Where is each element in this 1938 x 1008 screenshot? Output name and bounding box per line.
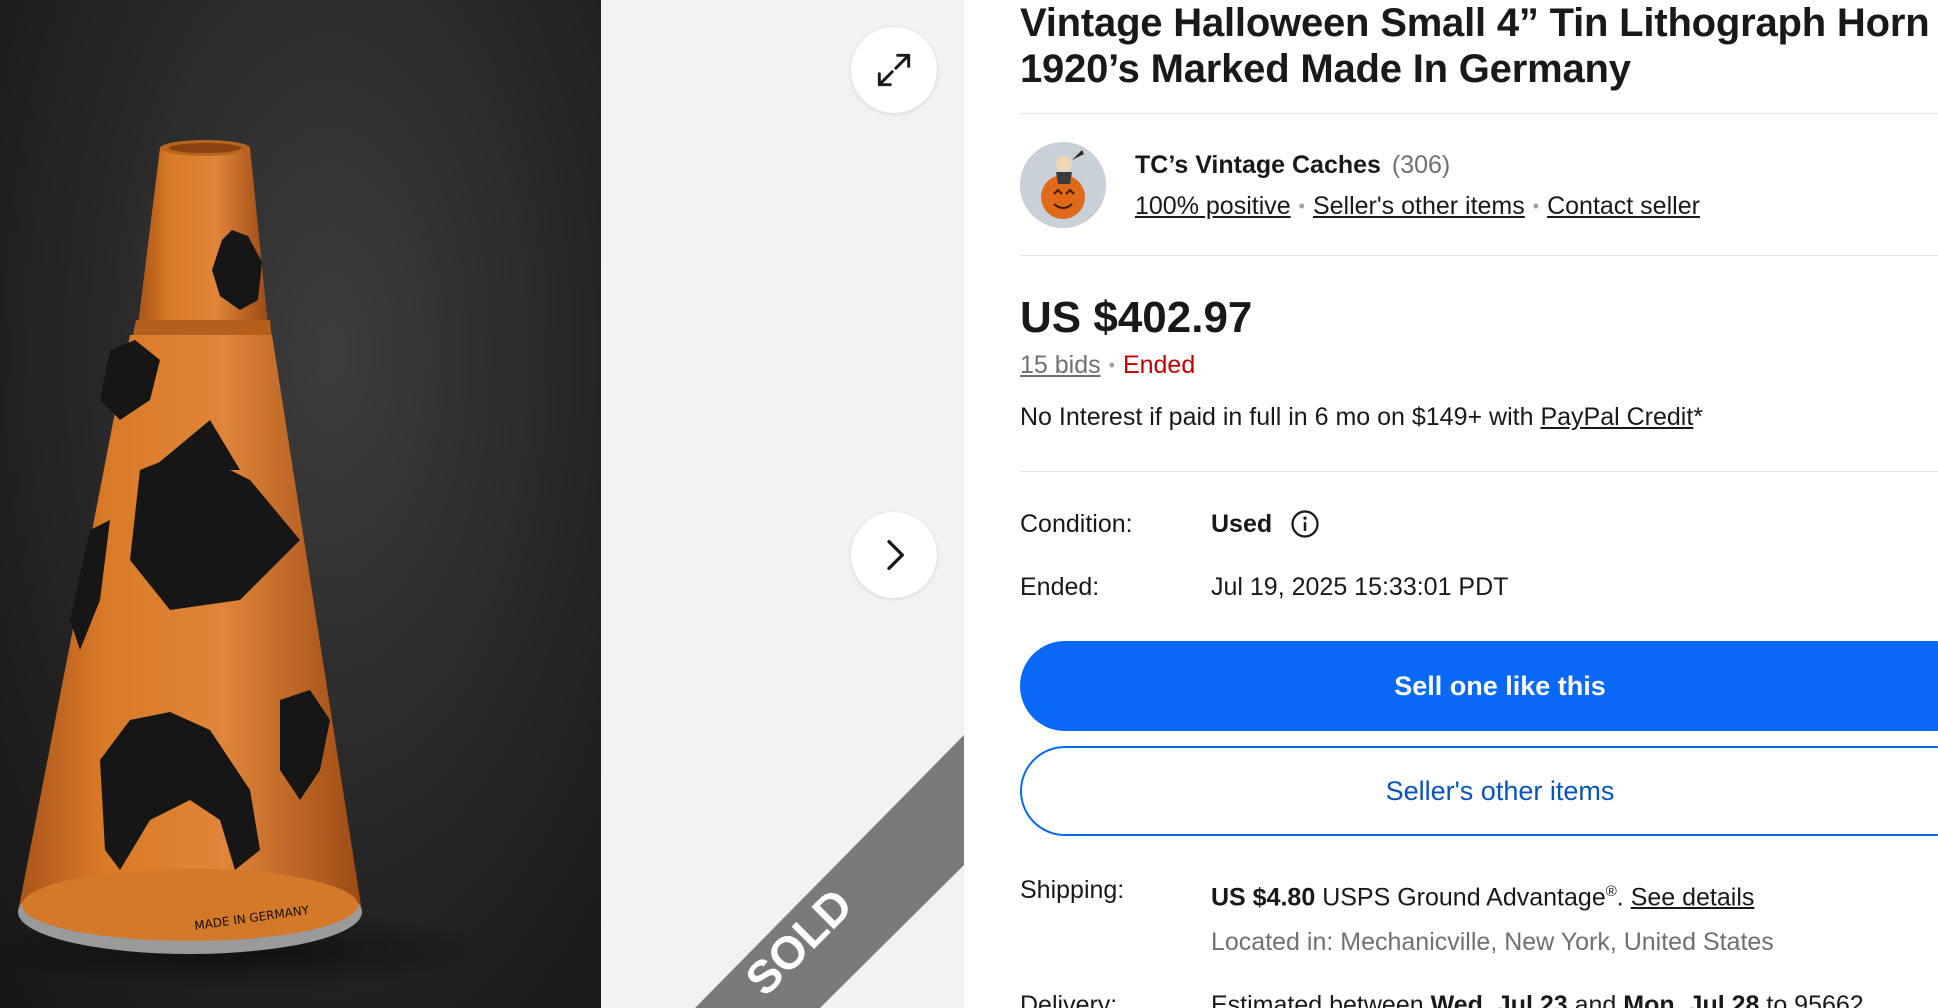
condition-value: Used <box>1211 507 1320 541</box>
sell-one-like-this-button[interactable]: Sell one like this <box>1020 641 1938 731</box>
ended-label: Ended: <box>1020 573 1100 601</box>
separator-dot: • <box>1298 195 1305 216</box>
seller-feedback-count[interactable]: (306) <box>1392 151 1450 179</box>
shipping-value: US $4.80 USPS Ground Advantage®. See det… <box>1211 875 1754 914</box>
delivery-value: Estimated between Wed, Jul 23 and Mon, J… <box>1211 988 1864 1008</box>
see-details-link[interactable]: See details <box>1631 883 1755 911</box>
financing-text: No Interest if paid in full in 6 mo on $… <box>1020 403 1541 431</box>
expand-icon <box>877 53 911 87</box>
seller-name[interactable]: TC’s Vintage Caches <box>1135 151 1381 179</box>
financing-offer: No Interest if paid in full in 6 mo on $… <box>1020 400 1703 434</box>
divider <box>1020 113 1938 114</box>
delivery-label: Delivery: <box>1020 991 1118 1008</box>
condition-label: Condition: <box>1020 510 1133 538</box>
positive-feedback-link[interactable]: 100% positive <box>1135 189 1291 223</box>
contact-seller-link[interactable]: Contact seller <box>1547 189 1700 223</box>
separator-dot: • <box>1532 195 1540 216</box>
next-image-button[interactable] <box>851 512 937 598</box>
bid-history-link[interactable]: 15 bids <box>1020 348 1101 382</box>
condition-text: Used <box>1211 510 1273 538</box>
shipping-service: USPS Ground Advantage <box>1315 883 1606 912</box>
separator-dot: • <box>1108 355 1115 375</box>
bid-status-line: 15 bids • Ended <box>1020 348 1195 382</box>
delivery-end-date: Mon, Jul 28 <box>1623 991 1760 1008</box>
main-product-photo[interactable]: MADE IN GERMANY <box>0 0 601 1008</box>
paypal-credit-link[interactable]: PayPal Credit <box>1540 403 1693 431</box>
seller-info: TC’s Vintage Caches (306) 100% positive … <box>1135 148 1700 223</box>
delivery-start-date: Wed, Jul 23 <box>1430 991 1568 1008</box>
expand-image-button[interactable] <box>851 27 937 113</box>
info-icon[interactable] <box>1290 509 1320 539</box>
financing-asterisk: * <box>1693 403 1704 431</box>
seller-links: 100% positive • Seller's other items • C… <box>1135 189 1700 223</box>
auction-status: Ended <box>1122 351 1196 379</box>
item-price: US $402.97 <box>1020 293 1253 342</box>
listing-details: Vintage Halloween Small 4” Tin Lithograp… <box>1020 0 1938 1008</box>
seller-other-items-link[interactable]: Seller's other items <box>1313 189 1525 223</box>
chevron-right-icon <box>887 540 904 570</box>
divider <box>1020 471 1938 472</box>
sold-ribbon: SOLD <box>660 735 964 1008</box>
delivery-zip: to 95662 <box>1759 991 1864 1008</box>
seller-other-items-button[interactable]: Seller's other items <box>1020 746 1938 836</box>
shipping-period: . <box>1616 883 1631 912</box>
seller-name-line: TC’s Vintage Caches (306) <box>1135 148 1700 182</box>
seller-avatar[interactable] <box>1020 142 1106 228</box>
ended-value: Jul 19, 2025 15:33:01 PDT <box>1211 573 1509 601</box>
delivery-middle: and <box>1567 991 1624 1008</box>
divider <box>1020 255 1938 256</box>
image-gallery: MADE IN GERMANY SOLD <box>0 0 964 1008</box>
item-title: Vintage Halloween Small 4” Tin Lithograp… <box>1020 1 1930 91</box>
delivery-prefix: Estimated between <box>1211 991 1431 1008</box>
shipping-label: Shipping: <box>1020 876 1125 904</box>
shipping-price: US $4.80 <box>1211 883 1316 912</box>
registered-mark: ® <box>1605 883 1617 900</box>
seller-card: TC’s Vintage Caches (306) 100% positive … <box>1020 142 1700 228</box>
item-location: Located in: Mechanicville, New York, Uni… <box>1211 928 1774 956</box>
tin-horn-photo: MADE IN GERMANY <box>0 140 490 990</box>
